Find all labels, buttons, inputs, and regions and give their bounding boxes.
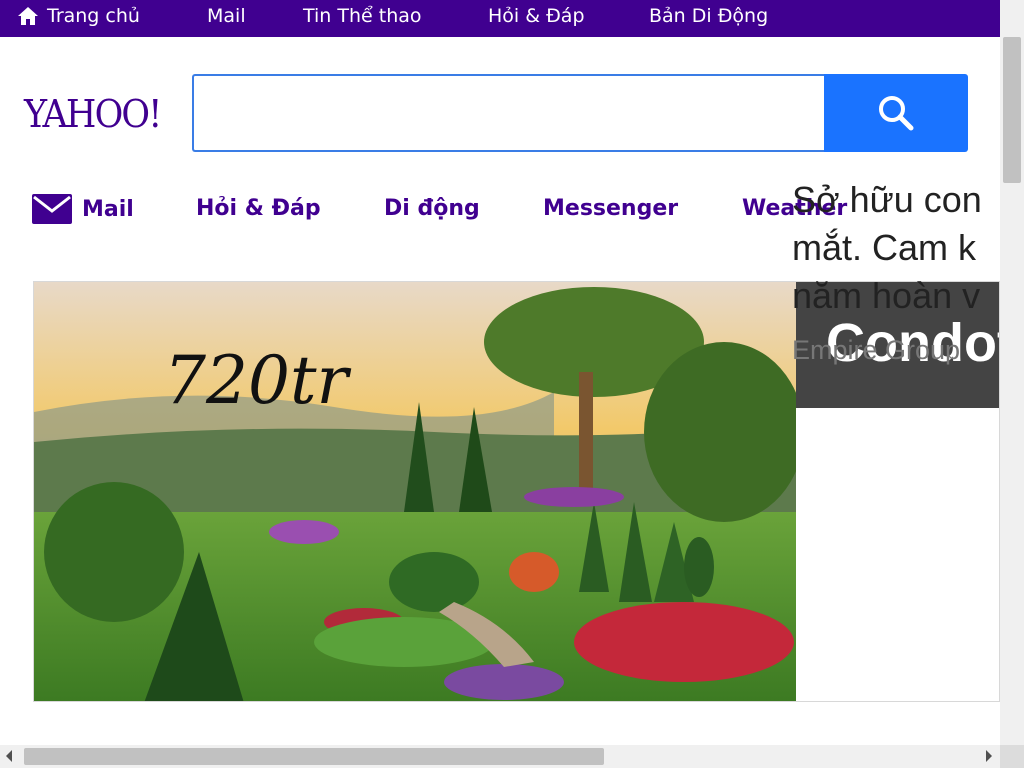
ad-description: Sở hữu con mắt. Cam k năm hoàn v (792, 176, 1024, 320)
nav-item-mobile[interactable]: Di động (384, 196, 480, 221)
nav-item-label: Di động (384, 196, 480, 221)
top-navigation-bar: Trang chủ Mail Tin Thể thao Hỏi & Đáp Bả… (0, 0, 1000, 37)
ad-description-line: Sở hữu con (792, 179, 982, 220)
search-button[interactable] (824, 74, 968, 152)
scroll-left-arrow-icon[interactable] (4, 749, 14, 763)
topbar-item-answers[interactable]: Hỏi & Đáp (488, 5, 585, 27)
topbar-item-label: Mail (207, 5, 246, 27)
yahoo-logo[interactable]: YAHOO! (24, 92, 162, 136)
search-input[interactable] (192, 74, 826, 152)
nav-item-label: Hỏi & Đáp (196, 196, 321, 221)
nav-item-answers[interactable]: Hỏi & Đáp (196, 196, 321, 221)
nav-item-mail[interactable]: Mail (32, 194, 134, 224)
topbar-item-label: Bản Di Động (649, 5, 769, 27)
ad-sponsor[interactable]: Empire Group (792, 335, 960, 366)
topbar-item-mail[interactable]: Mail (207, 5, 246, 27)
nav-item-label: Mail (82, 196, 134, 222)
ad-image-garden[interactable]: 720tr (34, 282, 796, 701)
scroll-right-arrow-icon[interactable] (984, 749, 994, 763)
topbar-item-home[interactable]: Trang chủ (17, 5, 140, 27)
vertical-scrollbar-thumb[interactable] (1003, 37, 1021, 183)
topbar-item-mobile[interactable]: Bản Di Động (649, 5, 768, 27)
topbar-item-label: Trang chủ (47, 5, 140, 27)
nav-item-messenger[interactable]: Messenger (543, 196, 678, 221)
ad-description-line: năm hoàn v (792, 275, 981, 316)
ad-description-line: mắt. Cam k (792, 227, 977, 268)
nav-item-label: Messenger (543, 196, 679, 221)
search-icon (879, 96, 914, 131)
scrollbar-corner (1000, 745, 1024, 768)
horizontal-scrollbar-thumb[interactable] (24, 748, 604, 765)
topbar-item-label: Tin Thể thao (303, 5, 422, 27)
ad-price-overlay: 720tr (164, 342, 349, 419)
home-icon (18, 7, 38, 25)
topbar-item-sports[interactable]: Tin Thể thao (303, 5, 422, 27)
topbar-item-label: Hỏi & Đáp (488, 5, 585, 27)
mail-icon (32, 194, 72, 224)
